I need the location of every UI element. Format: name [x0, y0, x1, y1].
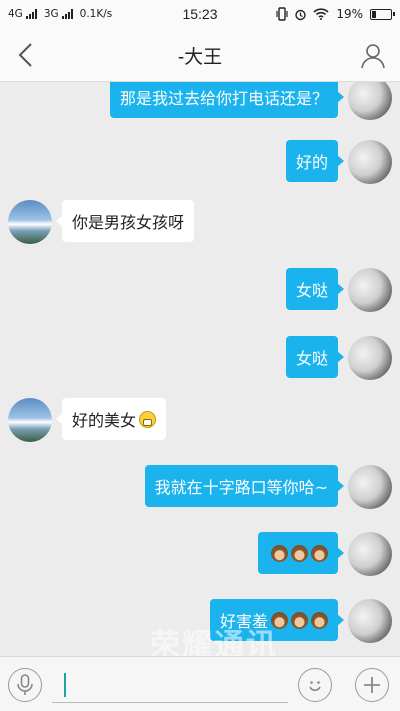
avatar[interactable]	[348, 336, 392, 380]
message-text: 你是男孩女孩呀	[72, 213, 185, 232]
plus-button[interactable]	[355, 668, 389, 702]
message-bubble[interactable]	[258, 532, 344, 574]
message-bubble[interactable]: 那是我过去给你打电话还是？	[109, 82, 345, 118]
message-row: 那是我过去给你打电话还是？	[109, 82, 392, 120]
avatar[interactable]	[348, 532, 392, 576]
battery-percent: 19%	[336, 7, 363, 21]
see-no-evil-monkey-icon	[271, 611, 288, 629]
message-text: 好害羞	[219, 612, 268, 631]
network-speed: 0.1K/s	[79, 8, 113, 20]
smiley-icon	[309, 681, 321, 691]
message-text: 好的	[295, 153, 328, 172]
message-bubble[interactable]: 好害羞	[209, 599, 345, 641]
plus-icon	[364, 677, 380, 693]
wifi-icon	[313, 8, 329, 20]
status-icons: 19%	[276, 7, 395, 21]
avatar[interactable]	[348, 82, 392, 120]
see-no-evil-monkey-icon	[311, 611, 328, 629]
voice-button[interactable]	[8, 668, 42, 702]
person-icon	[361, 44, 385, 69]
avatar[interactable]	[8, 398, 52, 442]
see-no-evil-monkey-icon	[311, 544, 328, 562]
message-list[interactable]: 那是我过去给你打电话还是？ 好的 你是男孩女孩呀 女哒 女哒 好的美女 我就在十…	[0, 82, 400, 656]
page-title: -大王	[177, 47, 223, 68]
grinning-face-icon	[139, 410, 157, 428]
avatar[interactable]	[348, 268, 392, 312]
see-no-evil-monkey-icon	[291, 611, 308, 629]
network-type-2: 3G	[43, 8, 59, 20]
battery-icon	[370, 8, 395, 20]
message-input[interactable]	[52, 665, 288, 703]
message-bubble[interactable]: 你是男孩女孩呀	[55, 200, 195, 242]
profile-button[interactable]	[358, 40, 388, 70]
message-text: 女哒	[295, 281, 328, 300]
message-bubble[interactable]: 好的美女	[55, 398, 167, 440]
message-row: 女哒	[285, 268, 392, 312]
see-no-evil-monkey-icon	[291, 544, 308, 562]
network-indicators: 4G 3G 0.1K/s	[8, 8, 158, 20]
message-bubble[interactable]: 好的	[285, 140, 345, 182]
message-row	[258, 532, 392, 576]
vibrate-icon	[276, 7, 288, 21]
network-type-1: 4G	[8, 8, 23, 20]
emoji-button[interactable]	[298, 668, 332, 702]
status-bar: 4G 3G 0.1K/s 15:23 19%	[0, 0, 400, 28]
chat-header: -大王	[0, 28, 400, 82]
message-row: 我就在十字路口等你哈~	[144, 465, 392, 509]
signal-bars-icon	[25, 9, 37, 19]
avatar[interactable]	[348, 599, 392, 643]
message-bubble[interactable]: 女哒	[285, 336, 345, 378]
avatar[interactable]	[8, 200, 52, 244]
avatar[interactable]	[348, 140, 392, 184]
input-bar	[0, 656, 400, 711]
message-bubble[interactable]: 我就在十字路口等你哈~	[144, 465, 345, 507]
message-text: 女哒	[295, 349, 328, 368]
alarm-icon	[295, 9, 307, 20]
message-row: 好害羞	[209, 599, 392, 643]
message-row: 你是男孩女孩呀	[8, 200, 195, 244]
message-row: 好的美女	[8, 398, 167, 442]
message-bubble[interactable]: 女哒	[285, 268, 345, 310]
message-row: 好的	[285, 140, 392, 184]
signal-bars-icon	[61, 9, 73, 19]
microphone-icon	[17, 674, 33, 695]
battery-fill	[372, 10, 376, 18]
message-text: 好的美女	[72, 411, 137, 430]
text-cursor	[64, 673, 66, 697]
message-row: 女哒	[285, 336, 392, 380]
avatar[interactable]	[348, 465, 392, 509]
message-text: 我就在十字路口等你哈~	[154, 478, 328, 497]
see-no-evil-monkey-icon	[271, 544, 288, 562]
message-text: 那是我过去给你打电话还是？	[119, 89, 328, 108]
